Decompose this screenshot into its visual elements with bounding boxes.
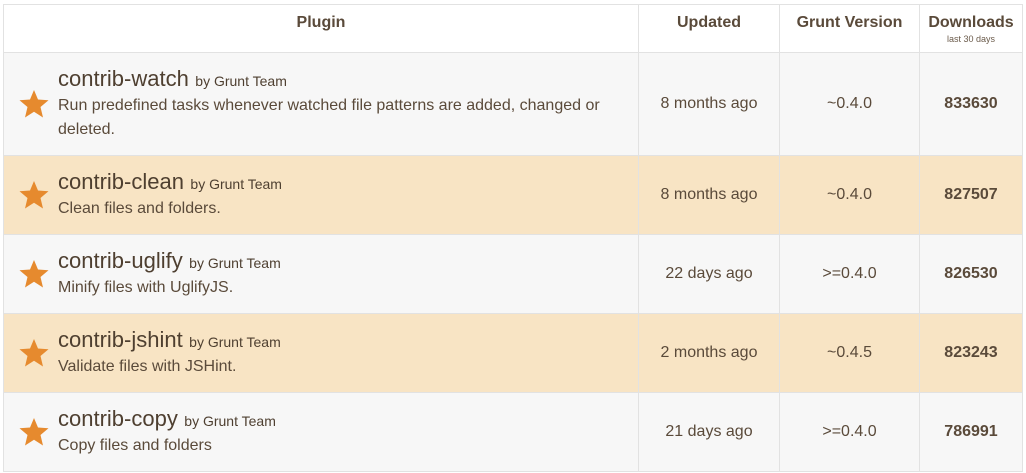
plugin-author: by Grunt Team — [195, 72, 287, 89]
plugin-description: Run predefined tasks whenever watched fi… — [58, 96, 600, 138]
updated-cell: 22 days ago — [638, 234, 780, 314]
column-header-plugin[interactable]: Plugin — [3, 4, 639, 53]
downloads-cell: 786991 — [919, 392, 1023, 472]
plugin-name-link[interactable]: contrib-uglify — [58, 248, 183, 273]
grunt-version-cell: ~0.4.0 — [779, 52, 920, 156]
downloads-cell: 826530 — [919, 234, 1023, 314]
updated-cell: 2 months ago — [638, 313, 780, 393]
plugin-author: by Grunt Team — [189, 254, 281, 271]
grunt-version-cell: ~0.4.5 — [779, 313, 920, 393]
star-icon — [18, 179, 50, 211]
star-icon — [18, 88, 50, 120]
grunt-version-cell: ~0.4.0 — [779, 155, 920, 235]
plugin-author: by Grunt Team — [189, 333, 281, 350]
plugin-cell: contrib-watch by Grunt Team Run predefin… — [3, 52, 639, 156]
plugin-name-link[interactable]: contrib-watch — [58, 66, 189, 91]
column-header-downloads[interactable]: Downloads last 30 days — [919, 4, 1023, 53]
plugin-name-link[interactable]: contrib-jshint — [58, 327, 183, 352]
table-row[interactable]: contrib-jshint by Grunt Team Validate fi… — [3, 313, 1023, 393]
updated-cell: 8 months ago — [638, 155, 780, 235]
column-header-downloads-label: Downloads — [928, 14, 1014, 31]
plugins-table: Plugin Updated Grunt Version Downloads l… — [3, 4, 1023, 472]
grunt-version-cell: >=0.4.0 — [779, 234, 920, 314]
plugin-description: Copy files and folders — [58, 436, 212, 454]
table-row[interactable]: contrib-copy by Grunt Team Copy files an… — [3, 392, 1023, 472]
grunt-version-cell: >=0.4.0 — [779, 392, 920, 472]
column-header-updated[interactable]: Updated — [638, 4, 780, 53]
star-icon — [18, 416, 50, 448]
plugin-cell: contrib-uglify by Grunt Team Minify file… — [3, 234, 639, 314]
plugin-description: Validate files with JSHint. — [58, 357, 237, 375]
table-row[interactable]: contrib-uglify by Grunt Team Minify file… — [3, 234, 1023, 314]
table-row[interactable]: contrib-clean by Grunt Team Clean files … — [3, 155, 1023, 235]
plugin-name-link[interactable]: contrib-copy — [58, 406, 178, 431]
plugin-description: Minify files with UglifyJS. — [58, 278, 234, 296]
plugin-author: by Grunt Team — [184, 412, 276, 429]
plugin-cell: contrib-jshint by Grunt Team Validate fi… — [3, 313, 639, 393]
star-icon — [18, 258, 50, 290]
plugin-description: Clean files and folders. — [58, 199, 221, 217]
plugin-author: by Grunt Team — [190, 175, 282, 192]
column-header-downloads-sublabel: last 30 days — [946, 34, 996, 44]
plugin-cell: contrib-copy by Grunt Team Copy files an… — [3, 392, 639, 472]
updated-cell: 8 months ago — [638, 52, 780, 156]
plugin-cell: contrib-clean by Grunt Team Clean files … — [3, 155, 639, 235]
downloads-cell: 823243 — [919, 313, 1023, 393]
plugins-table-container: Plugin Updated Grunt Version Downloads l… — [3, 4, 1023, 472]
table-header-row: Plugin Updated Grunt Version Downloads l… — [3, 4, 1023, 53]
updated-cell: 21 days ago — [638, 392, 780, 472]
column-header-grunt-version[interactable]: Grunt Version — [779, 4, 920, 53]
downloads-cell: 827507 — [919, 155, 1023, 235]
star-icon — [18, 337, 50, 369]
table-row[interactable]: contrib-watch by Grunt Team Run predefin… — [3, 52, 1023, 156]
downloads-cell: 833630 — [919, 52, 1023, 156]
plugin-name-link[interactable]: contrib-clean — [58, 169, 184, 194]
